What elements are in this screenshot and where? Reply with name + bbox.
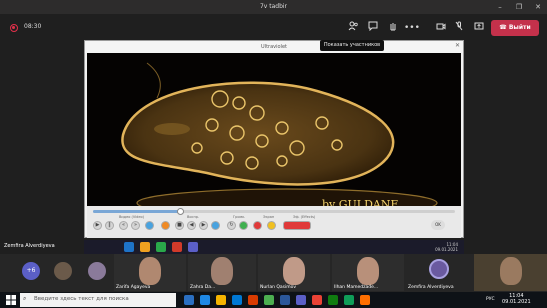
shared-screen-window: Ultraviolet ✕ by GULDANE Видео (Video) В… (84, 40, 464, 238)
participant-video (211, 257, 233, 285)
pause-icon[interactable]: ‖ (105, 221, 114, 230)
camera-icon[interactable] (434, 21, 448, 35)
participants-tooltip: Показать участников (320, 40, 384, 51)
edge-icon[interactable] (200, 295, 210, 305)
player-label-volume: Громк. (233, 215, 246, 219)
participant-tile[interactable]: Ilhan Mamedzade... (332, 254, 404, 291)
play-icon[interactable]: ▶ (93, 221, 102, 230)
teams-icon[interactable] (296, 295, 306, 305)
chrome-icon[interactable] (264, 295, 274, 305)
inner-app-icon (124, 242, 134, 252)
record-icon[interactable] (239, 221, 248, 230)
recording-icon (10, 24, 18, 32)
phone-hangup-icon: ☎ (499, 24, 509, 31)
next-icon[interactable]: » (131, 221, 140, 230)
participant-tile[interactable]: Zarifa Agayeva (114, 254, 186, 291)
store-icon[interactable] (232, 295, 242, 305)
more-options-icon[interactable]: ••• (404, 21, 420, 35)
shared-screen-taskbar: 11:04 09.01.2021 (84, 240, 464, 254)
player-ok-button[interactable]: OK (431, 220, 445, 230)
repeat-icon[interactable]: ↻ (227, 221, 236, 230)
shared-window-title: Ultraviolet (85, 41, 463, 53)
participant-video (139, 257, 161, 285)
inner-app-icon (140, 242, 150, 252)
participant-video (283, 257, 305, 285)
participant-video (357, 257, 379, 285)
app-icon[interactable] (360, 295, 370, 305)
participant-tile[interactable]: Zahra Da... (188, 254, 256, 291)
excel-icon[interactable] (328, 295, 338, 305)
participant-name: Ilhan Mamedzade... (334, 285, 379, 290)
player-label-screen: Экран (263, 215, 275, 219)
participant-avatar[interactable] (54, 262, 72, 280)
participant-name: Zahra Da... (190, 285, 216, 290)
leave-meeting-button[interactable]: ☎ Выйти (491, 20, 539, 36)
microphone-muted-icon[interactable] (452, 21, 466, 35)
inner-app-icon (188, 242, 198, 252)
taskbar-search-box[interactable]: ⌕ Введите здесь текст для поиска (20, 293, 176, 307)
participant-avatar (429, 259, 449, 279)
paramecium-image (87, 53, 461, 218)
participant-avatar[interactable] (88, 262, 106, 280)
windows-taskbar: ⌕ Введите здесь текст для поиска РУС 11:… (0, 292, 547, 308)
raise-hand-icon[interactable] (386, 21, 400, 35)
participant-tile[interactable]: Nurlan Qasimov (258, 254, 330, 291)
word-icon[interactable] (280, 295, 290, 305)
maximize-icon[interactable]: ❐ (514, 2, 524, 12)
search-icon: ⌕ (23, 295, 27, 302)
stop-icon[interactable]: ■ (175, 221, 184, 230)
meeting-timer: 08:30 (24, 23, 42, 30)
self-video (499, 257, 522, 285)
windows-start-icon[interactable] (6, 295, 16, 305)
volume-icon[interactable] (211, 221, 220, 230)
window-titlebar: 7v tadbir – ❐ ✕ (0, 0, 547, 14)
presenter-name: Zemfira Alverdiyeva (4, 243, 55, 249)
video-frame: by GULDANE (87, 53, 461, 218)
shared-window-close-icon[interactable]: ✕ (455, 42, 460, 49)
close-icon[interactable]: ✕ (533, 2, 543, 12)
inner-app-icon (156, 242, 166, 252)
inner-clock: 11:04 09.01.2021 (435, 242, 458, 252)
leave-label: Выйти (508, 24, 531, 31)
share-screen-icon[interactable] (472, 21, 486, 35)
task-view-icon[interactable] (184, 295, 194, 305)
language-indicator[interactable]: РУС (486, 297, 495, 302)
clock-date: 09.01.2021 (502, 299, 531, 305)
player-label-effects: Эф. (Effects) (293, 215, 316, 219)
frame-back-icon[interactable]: ◀ (187, 221, 196, 230)
window-title: 7v tadbir (259, 3, 288, 10)
office-icon[interactable] (248, 295, 258, 305)
inner-clock-date: 09.01.2021 (435, 247, 458, 252)
inner-app-icon (172, 242, 182, 252)
effects-icon[interactable] (267, 221, 276, 230)
seek-knob[interactable] (176, 208, 184, 215)
seek-bar-fill (93, 210, 180, 213)
seek-bar[interactable] (93, 208, 455, 215)
capture-icon[interactable] (253, 221, 262, 230)
player-label-play: Воспр. (187, 215, 200, 219)
more-participants-badge[interactable]: +6 (22, 262, 40, 280)
participant-name: Zemfira Alverdiyeva (408, 285, 454, 290)
player-controls: Видео (Video) Воспр. Громк. Экран Эф. (E… (87, 206, 461, 238)
playlist-icon[interactable] (145, 221, 154, 230)
self-video-tile[interactable] (474, 254, 547, 291)
chat-icon[interactable] (366, 21, 380, 35)
app-icon[interactable] (312, 295, 322, 305)
file-explorer-icon[interactable] (216, 295, 226, 305)
frame-forward-icon[interactable]: ▶ (199, 221, 208, 230)
minimize-icon[interactable]: – (495, 2, 505, 12)
system-clock[interactable]: 11:04 09.01.2021 (502, 293, 531, 305)
meeting-controls-bar: 08:30 ••• (0, 14, 547, 42)
participant-name: Zarifa Agayeva (116, 285, 151, 290)
player-label-video: Видео (Video) (119, 215, 145, 219)
equalizer-icon[interactable] (283, 221, 311, 230)
app-icon[interactable] (344, 295, 354, 305)
participant-tile[interactable]: Zemfira Alverdiyeva (406, 254, 472, 291)
participant-name: Nurlan Qasimov (260, 285, 297, 290)
participants-icon[interactable] (346, 21, 360, 35)
search-placeholder: Введите здесь текст для поиска (34, 296, 129, 302)
previous-icon[interactable]: « (119, 221, 128, 230)
participants-strip: +6 Zarifa Agayeva Zahra Da... Nurlan Qas… (0, 254, 547, 292)
subtitle-icon[interactable] (161, 221, 170, 230)
